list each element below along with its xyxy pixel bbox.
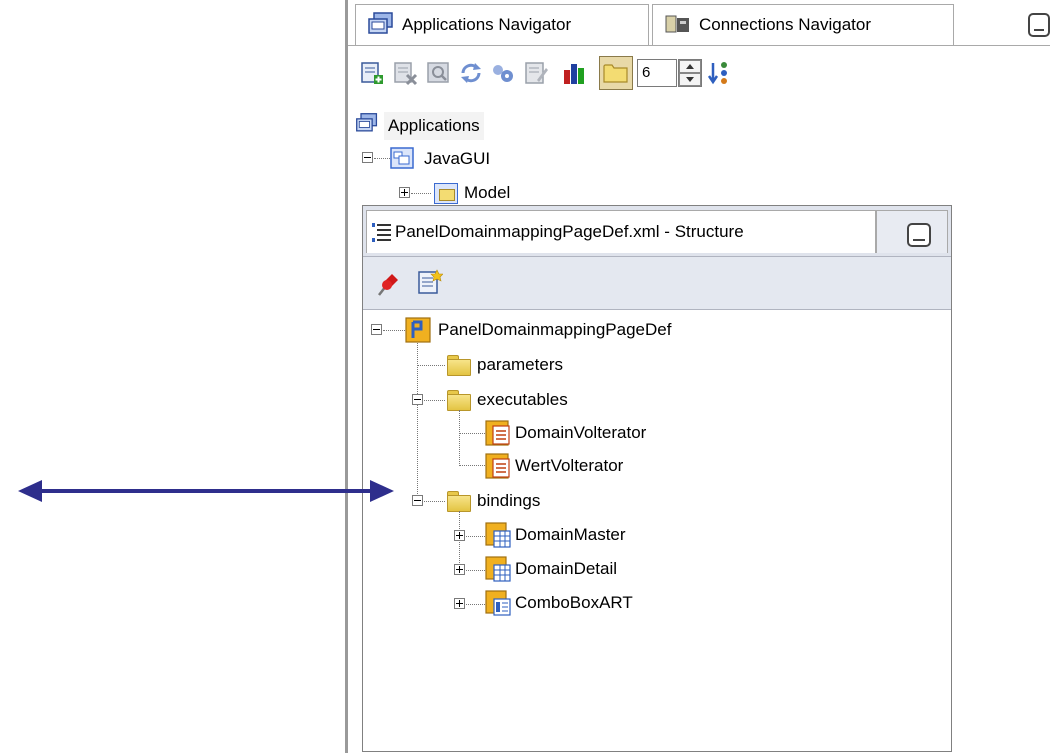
tree-item-binding-0[interactable]: DomainMaster — [515, 522, 626, 548]
project-icon — [390, 147, 414, 169]
iterator-icon — [485, 453, 510, 479]
level-spinner[interactable] — [678, 59, 702, 87]
binding-list-icon — [485, 590, 511, 616]
tree-connector — [417, 343, 418, 500]
folder-icon — [603, 64, 628, 83]
binding-table-icon — [485, 556, 511, 582]
applications-icon — [368, 12, 393, 34]
tree-item-bindings[interactable]: bindings — [477, 488, 540, 514]
tree-connector — [466, 570, 485, 571]
structure-tab-title: PanelDomainmappingPageDef.xml - Structur… — [395, 222, 744, 241]
tree-connector — [424, 400, 445, 401]
bindings-folder-icon — [447, 491, 471, 512]
main-toolbar: 6 — [348, 46, 1050, 102]
tree-item-parameters[interactable]: parameters — [477, 352, 563, 378]
tab-applications-navigator[interactable]: Applications Navigator — [355, 4, 649, 45]
tree-connector — [459, 410, 460, 464]
tree-expander-executables[interactable] — [412, 394, 423, 405]
tree-connector — [459, 465, 485, 466]
tree-item-label: Applications — [388, 116, 480, 135]
find-icon[interactable] — [426, 60, 452, 86]
tree-item-applications[interactable]: Applications — [384, 112, 484, 140]
executables-folder-icon — [447, 390, 471, 411]
spinner-down-icon[interactable] — [679, 73, 701, 86]
tree-item-exec-1[interactable]: WertVolterator — [515, 453, 623, 479]
tree-expander-model[interactable] — [399, 187, 410, 198]
tab-structure[interactable]: PanelDomainmappingPageDef.xml - Structur… — [366, 210, 876, 253]
tree-item-label: bindings — [477, 491, 541, 510]
tree-expander-binding-0[interactable] — [454, 530, 465, 541]
tree-item-label: WertVolterator — [515, 456, 624, 475]
edit-icon[interactable] — [523, 60, 549, 86]
tree-connector — [424, 501, 445, 502]
level-input[interactable]: 6 — [637, 59, 677, 87]
tree-connector — [417, 365, 445, 366]
tree-item-javagui[interactable]: JavaGUI — [424, 146, 490, 172]
level-value: 6 — [642, 64, 651, 81]
tree-item-label: executables — [477, 390, 568, 409]
folder-toggle-button[interactable] — [599, 56, 633, 90]
minimize-button[interactable] — [1028, 13, 1050, 37]
structure-toolbar — [363, 257, 951, 310]
tree-expander-binding-2[interactable] — [454, 598, 465, 609]
tree-item-label: ComboBoxART — [515, 593, 633, 612]
applications-icon — [356, 113, 378, 132]
structure-icon — [372, 223, 391, 242]
tree-connector — [374, 158, 390, 159]
double-arrow-annotation — [18, 480, 394, 502]
pin-icon[interactable] — [375, 271, 401, 297]
iterator-icon — [485, 420, 510, 446]
structure-tree: PanelDomainmappingPageDef parameters exe… — [363, 310, 951, 751]
structure-panel-header: PanelDomainmappingPageDef.xml - Structur… — [363, 206, 951, 257]
pagedef-icon — [405, 317, 431, 343]
binding-table-icon — [485, 522, 511, 548]
parameters-folder-icon — [447, 355, 471, 376]
tree-expander-bindings[interactable] — [412, 495, 423, 506]
structure-minimize-button[interactable] — [907, 223, 931, 247]
tree-item-root[interactable]: PanelDomainmappingPageDef — [438, 317, 671, 343]
model-folder-icon — [434, 183, 458, 204]
chart-icon[interactable] — [562, 60, 588, 86]
tree-item-label: DomainMaster — [515, 525, 626, 544]
tree-connector — [411, 193, 431, 194]
tree-item-label: DomainDetail — [515, 559, 618, 578]
delete-icon[interactable] — [392, 60, 418, 86]
refresh-icon[interactable] — [458, 60, 484, 86]
new-view-icon[interactable] — [417, 269, 443, 295]
tree-item-label: JavaGUI — [424, 149, 491, 168]
tree-item-label: PanelDomainmappingPageDef — [438, 320, 672, 339]
tree-item-label: parameters — [477, 355, 563, 374]
spinner-up-icon[interactable] — [679, 60, 701, 73]
connections-icon — [665, 15, 689, 33]
tab-connections-navigator[interactable]: Connections Navigator — [652, 4, 954, 45]
tree-connector — [466, 604, 485, 605]
tree-connector — [383, 330, 405, 331]
tree-item-label: Model — [464, 183, 511, 202]
tree-item-model[interactable]: Model — [464, 180, 510, 206]
tree-connector — [459, 433, 485, 434]
tab-label: Applications Navigator — [402, 15, 572, 34]
structure-panel: PanelDomainmappingPageDef.xml - Structur… — [362, 205, 952, 752]
properties-icon[interactable] — [490, 60, 516, 86]
tree-expander-binding-1[interactable] — [454, 564, 465, 575]
tree-item-binding-2[interactable]: ComboBoxART — [515, 590, 633, 616]
window-left-border — [345, 0, 348, 753]
tree-connector — [466, 536, 485, 537]
tree-expander-javagui[interactable] — [362, 152, 373, 163]
tab-label: Connections Navigator — [699, 15, 871, 34]
tree-item-exec-0[interactable]: DomainVolterator — [515, 420, 646, 446]
new-icon[interactable] — [359, 60, 385, 86]
tree-item-label: DomainVolterator — [515, 423, 647, 442]
tree-item-binding-1[interactable]: DomainDetail — [515, 556, 617, 582]
tree-item-executables[interactable]: executables — [477, 387, 568, 413]
sort-icon[interactable] — [706, 60, 732, 86]
tree-expander-root[interactable] — [371, 324, 382, 335]
